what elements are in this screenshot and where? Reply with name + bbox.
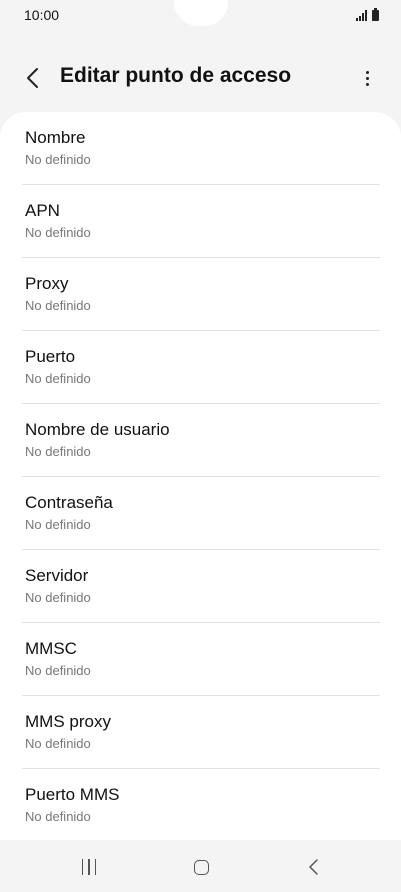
item-label: Nombre de usuario	[25, 420, 170, 439]
item-value: No definido	[25, 663, 91, 678]
item-label: Proxy	[25, 274, 69, 293]
app-bar: Editar punto de acceso	[0, 52, 401, 104]
list-item-proxy[interactable]: Proxy No definido	[0, 258, 401, 331]
item-value: No definido	[25, 152, 91, 167]
camera-notch	[174, 0, 228, 26]
item-value: No definido	[25, 809, 91, 824]
item-value: No definido	[25, 444, 91, 459]
more-vertical-icon	[365, 70, 369, 74]
list-item-apn[interactable]: APN No definido	[0, 185, 401, 258]
item-value: No definido	[25, 590, 91, 605]
back-button[interactable]	[16, 60, 52, 96]
apn-settings-list: Nombre No definido APN No definido Proxy…	[0, 112, 401, 840]
item-label: MMS proxy	[25, 712, 111, 731]
list-item-puerto[interactable]: Puerto No definido	[0, 331, 401, 404]
battery-icon	[372, 8, 379, 21]
home-icon	[193, 859, 209, 875]
item-label: Puerto MMS	[25, 785, 120, 804]
item-label: MMSC	[25, 639, 77, 658]
item-value: No definido	[25, 298, 91, 313]
item-value: No definido	[25, 517, 91, 532]
list-item-contrasena[interactable]: Contraseña No definido	[0, 477, 401, 550]
list-item-servidor[interactable]: Servidor No definido	[0, 550, 401, 623]
list-item-puerto-mms[interactable]: Puerto MMS No definido	[0, 769, 401, 840]
home-button[interactable]	[181, 854, 221, 880]
status-icons	[356, 8, 379, 21]
chevron-left-icon	[27, 68, 38, 88]
recents-button[interactable]	[69, 854, 109, 880]
item-label: Contraseña	[25, 493, 113, 512]
item-value: No definido	[25, 371, 91, 386]
list-item-nombre-usuario[interactable]: Nombre de usuario No definido	[0, 404, 401, 477]
item-value: No definido	[25, 736, 91, 751]
list-item-nombre[interactable]: Nombre No definido	[0, 112, 401, 185]
item-label: APN	[25, 201, 60, 220]
more-options-button[interactable]	[349, 60, 385, 96]
back-icon	[309, 859, 318, 875]
status-bar: 10:00	[0, 0, 401, 32]
page-title: Editar punto de acceso	[60, 64, 292, 87]
status-time: 10:00	[24, 7, 60, 23]
signal-icon	[356, 9, 368, 21]
list-item-mms-proxy[interactable]: MMS proxy No definido	[0, 696, 401, 769]
list-item-mmsc[interactable]: MMSC No definido	[0, 623, 401, 696]
system-back-button[interactable]	[294, 854, 334, 880]
item-value: No definido	[25, 225, 91, 240]
recents-icon	[81, 859, 97, 875]
item-label: Servidor	[25, 566, 89, 585]
item-label: Nombre	[25, 128, 86, 147]
navigation-bar	[0, 840, 401, 892]
item-label: Puerto	[25, 347, 76, 366]
settings-card: Nombre No definido APN No definido Proxy…	[0, 112, 401, 840]
